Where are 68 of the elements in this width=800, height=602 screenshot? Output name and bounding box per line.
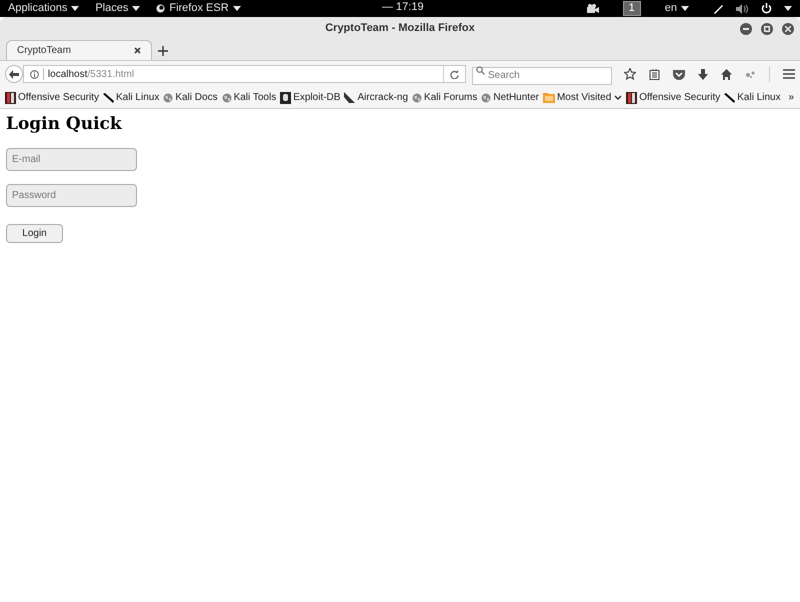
back-arrow-icon xyxy=(8,70,19,78)
caret-icon xyxy=(232,6,241,11)
minimize-icon xyxy=(743,28,749,30)
camera-icon xyxy=(586,4,599,13)
reader-list-button[interactable] xyxy=(649,68,660,80)
tab-close-button[interactable] xyxy=(134,47,141,54)
url-host: localhost xyxy=(48,68,88,82)
input-field[interactable]: E-mail xyxy=(6,148,137,171)
window-title: CryptoTeam - Mozilla Firefox xyxy=(325,21,475,36)
login-button[interactable]: Login xyxy=(6,224,63,243)
back-button[interactable] xyxy=(5,65,23,83)
bookmark-link[interactable]: Offensive Security xyxy=(626,90,720,105)
menu-button[interactable]: Places xyxy=(95,3,140,14)
globe-icon xyxy=(163,92,174,102)
bookmark-link[interactable]: Exploit-DB xyxy=(280,90,340,105)
workspace-indicator[interactable]: 1 xyxy=(622,1,641,16)
caret-icon xyxy=(784,6,792,11)
pen-icon xyxy=(724,92,736,102)
globe-icon xyxy=(481,92,492,102)
download-button[interactable] xyxy=(698,68,708,80)
bookmark-link[interactable]: Kali Docs xyxy=(163,90,218,105)
menu-button[interactable]: Firefox ESR xyxy=(156,3,241,14)
chevron-icon xyxy=(614,94,622,100)
reload-button[interactable] xyxy=(450,70,459,78)
bookmark-link[interactable]: Kali Linux xyxy=(102,90,160,105)
bookmark-link[interactable]: Most Visited xyxy=(542,90,622,105)
maximize-icon xyxy=(764,26,770,32)
caret-icon xyxy=(71,6,80,11)
pocket-button[interactable] xyxy=(673,68,685,80)
address-field[interactable]: localhost/5331.html xyxy=(22,65,466,83)
globe-icon xyxy=(156,4,166,13)
logo-icon xyxy=(626,92,638,104)
bookmark-link[interactable]: Kali Tools xyxy=(222,90,276,105)
browser-tab[interactable]: CryptoTeam xyxy=(6,40,152,60)
language-button[interactable]: en xyxy=(664,3,689,14)
search-field[interactable]: Search xyxy=(472,66,612,84)
bookmark-link[interactable]: Offensive Security xyxy=(5,90,99,105)
extension-button[interactable] xyxy=(745,70,756,78)
pen-icon xyxy=(713,3,724,14)
input-field[interactable]: Password xyxy=(6,184,137,207)
power-icon xyxy=(761,3,772,14)
globe-icon xyxy=(222,92,232,102)
caret-icon xyxy=(681,6,689,11)
pen-icon xyxy=(102,92,114,102)
caret-icon xyxy=(132,6,140,11)
bookmark-star-button[interactable] xyxy=(624,68,636,80)
home-button[interactable] xyxy=(721,68,732,80)
bookmark-link[interactable]: Kali Forums xyxy=(412,90,478,105)
close-button[interactable] xyxy=(782,23,794,35)
new-tab-button[interactable] xyxy=(158,46,168,56)
speaker-icon xyxy=(736,4,749,14)
maximize-button[interactable] xyxy=(761,23,773,35)
logo-icon xyxy=(5,92,16,104)
menu-button[interactable]: Applications xyxy=(8,3,80,14)
menu-button[interactable] xyxy=(783,69,795,79)
close-icon xyxy=(785,26,791,32)
folder-icon xyxy=(542,92,555,103)
bookmark-link[interactable]: Kali Linux xyxy=(724,90,781,105)
info-icon xyxy=(30,70,39,78)
url-path: /5331.html xyxy=(87,68,134,82)
clock[interactable]: — 17:19 xyxy=(382,2,424,13)
bookmark-link[interactable]: Aircrack-ng xyxy=(344,90,408,105)
minimize-button[interactable] xyxy=(740,23,752,35)
bookmark-link[interactable]: NetHunter xyxy=(481,90,539,105)
page-heading: Login Quick xyxy=(6,113,123,135)
search-icon xyxy=(476,66,485,75)
overflow-button[interactable]: » xyxy=(788,90,794,105)
globe-icon xyxy=(412,92,422,102)
